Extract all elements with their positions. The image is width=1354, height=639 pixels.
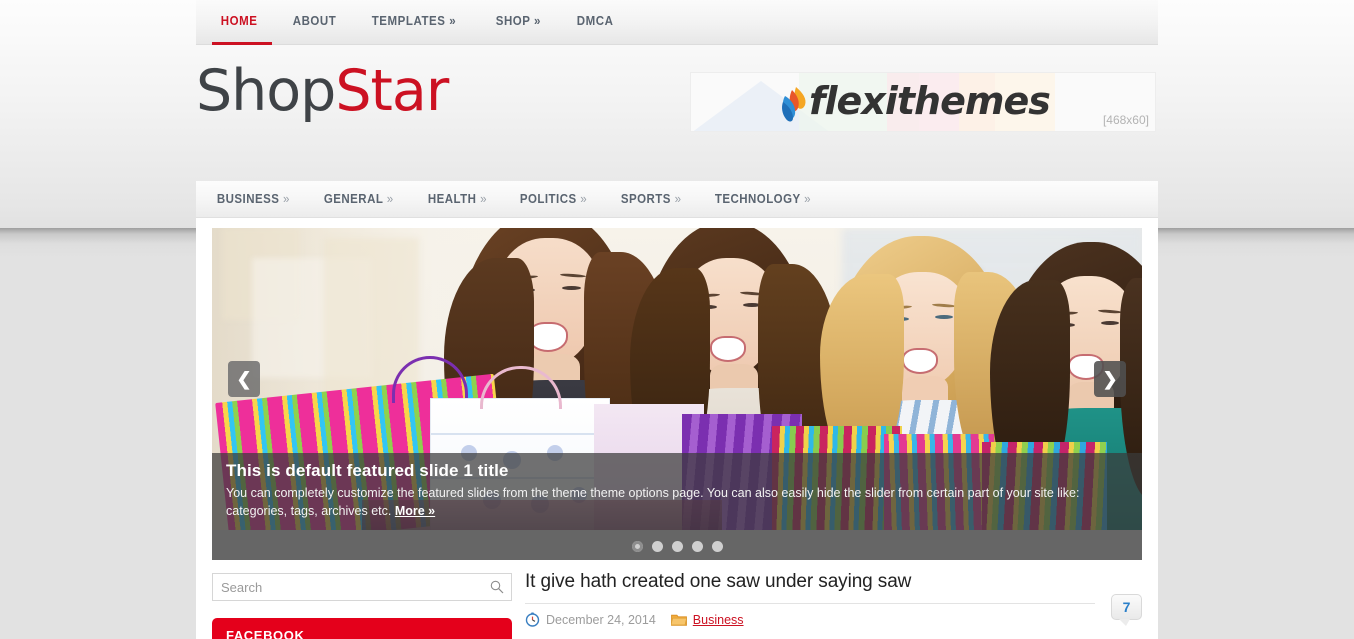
category-arrow-business: »	[283, 192, 290, 206]
search-icon[interactable]	[490, 580, 504, 594]
category-link-sports[interactable]: SPORTS »	[608, 192, 694, 206]
page-wrapper: HOME ABOUT TEMPLATES » SHOP » DMCA ShopS…	[196, 0, 1158, 639]
category-arrow-sports: »	[675, 192, 682, 206]
post-title[interactable]: It give hath created one saw under sayin…	[525, 570, 1142, 594]
slide-more-link[interactable]: More »	[395, 504, 435, 518]
category-arrow-politics: »	[580, 192, 588, 206]
search-box[interactable]	[212, 573, 512, 601]
nav-link-dmca[interactable]: DMCA	[562, 0, 628, 28]
content-panel: This is default featured slide 1 title Y…	[196, 218, 1158, 639]
category-item-general[interactable]: GENERAL »	[311, 192, 415, 206]
category-arrow-health: »	[480, 192, 488, 206]
post-date: December 24, 2014	[546, 612, 656, 627]
category-link-business[interactable]: BUSINESS »	[204, 192, 303, 206]
category-item-politics[interactable]: POLITICS »	[507, 192, 608, 206]
top-navigation-bar: HOME ABOUT TEMPLATES » SHOP » DMCA	[196, 0, 1158, 45]
advertisement-banner[interactable]: flexithemes [468x60]	[690, 72, 1156, 132]
nav-item-about[interactable]: ABOUT	[278, 0, 357, 44]
nav-item-home[interactable]: HOME	[206, 0, 278, 45]
category-item-technology[interactable]: TECHNOLOGY »	[702, 192, 834, 206]
category-link-technology[interactable]: TECHNOLOGY »	[702, 192, 824, 206]
branding-row: ShopStar flexithemes [468x60]	[196, 45, 1158, 172]
nav-item-templates[interactable]: TEMPLATES »	[357, 0, 481, 44]
top-nav-list: HOME ABOUT TEMPLATES » SHOP » DMCA	[196, 0, 1158, 45]
nav-link-templates[interactable]: TEMPLATES »	[357, 0, 471, 28]
category-nav-list: BUSINESS » GENERAL » HEALTH » POLITICS »…	[196, 181, 1158, 217]
category-item-business[interactable]: BUSINESS »	[204, 192, 311, 206]
post-category-link[interactable]: Business	[693, 613, 744, 627]
category-link-general[interactable]: GENERAL »	[311, 192, 407, 206]
slider-dot-2[interactable]	[651, 541, 663, 552]
category-label-health: HEALTH	[428, 192, 477, 206]
slide-caption-text: You can completely customize the feature…	[226, 484, 1128, 520]
category-navigation-bar: BUSINESS » GENERAL » HEALTH » POLITICS »…	[196, 181, 1158, 218]
category-item-health[interactable]: HEALTH »	[415, 192, 507, 206]
nav-item-dmca[interactable]: DMCA	[562, 0, 634, 44]
nav-link-home[interactable]: HOME	[206, 0, 272, 28]
category-link-politics[interactable]: POLITICS »	[507, 192, 600, 206]
search-input[interactable]	[213, 574, 483, 600]
banner-size-label: [468x60]	[1102, 113, 1149, 127]
post-meta: December 24, 2014 Business	[525, 612, 1142, 627]
comment-count-badge[interactable]: 7	[1111, 594, 1142, 626]
category-arrow-general: »	[387, 192, 394, 206]
featured-slider: This is default featured slide 1 title Y…	[212, 228, 1142, 560]
sidebar: FACEBOOK	[212, 573, 512, 639]
slider-pagination	[212, 541, 1142, 552]
folder-icon	[670, 614, 687, 626]
category-item-sports[interactable]: SPORTS »	[608, 192, 702, 206]
category-label-technology: TECHNOLOGY	[715, 192, 801, 206]
logo-text-primary: Shop	[196, 58, 336, 124]
category-label-general: GENERAL	[324, 192, 384, 206]
post-list: It give hath created one saw under sayin…	[525, 570, 1142, 627]
category-arrow-technology: »	[804, 192, 812, 206]
clock-icon	[525, 612, 540, 627]
slider-prev-arrow-icon[interactable]: ❮	[228, 361, 260, 397]
site-logo[interactable]: ShopStar	[196, 63, 449, 120]
category-label-business: BUSINESS	[216, 192, 280, 206]
category-link-health[interactable]: HEALTH »	[415, 192, 500, 206]
slider-dot-3[interactable]	[671, 541, 683, 552]
slide-caption: This is default featured slide 1 title Y…	[212, 453, 1142, 530]
logo-text-accent: Star	[335, 58, 449, 124]
slider-dot-5[interactable]	[711, 541, 723, 552]
slide-caption-title: This is default featured slide 1 title	[226, 461, 509, 480]
nav-item-shop[interactable]: SHOP »	[481, 0, 562, 44]
category-label-sports: SPORTS	[621, 192, 672, 206]
nav-link-shop[interactable]: SHOP »	[481, 0, 556, 28]
slider-dot-1[interactable]	[631, 541, 643, 552]
facebook-widget-header: FACEBOOK	[212, 618, 512, 639]
flexithemes-leaf-icon	[782, 87, 806, 122]
slider-dot-4[interactable]	[691, 541, 703, 552]
slide-caption-body: You can completely customize the feature…	[226, 486, 1080, 518]
post-divider	[525, 603, 1095, 604]
category-label-politics: POLITICS	[520, 192, 577, 206]
nav-link-about[interactable]: ABOUT	[278, 0, 351, 28]
slider-next-arrow-icon[interactable]: ❯	[1094, 361, 1126, 397]
banner-brand-text: flexithemes	[809, 79, 1051, 123]
